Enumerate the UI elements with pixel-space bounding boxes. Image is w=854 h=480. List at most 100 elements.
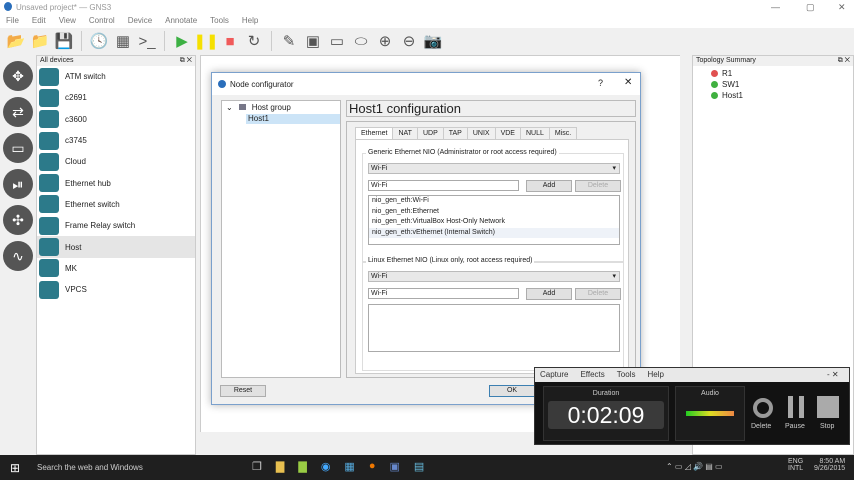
linux-delete-button[interactable]: Delete [575,288,621,300]
dialog-close-button[interactable]: ✕ [624,77,632,88]
generic-interface-input[interactable]: Wi-Fi [368,180,519,191]
pause-button[interactable]: Pause [785,423,805,430]
recorder-menu-effects[interactable]: Effects [580,370,604,380]
tab-null[interactable]: NULL [519,127,550,139]
topology-node[interactable]: R1 [693,68,853,79]
tab-unix[interactable]: UNIX [466,127,496,139]
device-item[interactable]: Frame Relay switch [37,215,195,236]
audio-level-slider[interactable] [686,411,734,416]
panel-float-close-icon[interactable]: ⧉ ✕ [838,57,850,65]
end-devices-icon[interactable]: ▭ [3,133,33,163]
draw-ellipse-icon[interactable]: ⬭ [351,31,371,51]
tray-icons[interactable]: ⌃ ▭ ◿ 🔊 ▤ ▭ [666,462,723,471]
tree-item-host1[interactable]: Host1 [246,114,340,124]
tab-nat[interactable]: NAT [392,127,418,139]
recorder-menu-tools[interactable]: Tools [617,370,636,380]
device-item[interactable]: ATM switch [37,66,195,87]
gns3-icon[interactable]: ◉ [321,460,331,473]
tree-group[interactable]: ⌄ Host group [222,101,340,114]
insert-image-icon[interactable]: ▣ [303,31,323,51]
new-project-icon[interactable]: 📂 [6,31,26,51]
device-item[interactable]: VPCS [37,279,195,300]
routers-icon[interactable]: ✥ [3,61,33,91]
start-icon[interactable]: ▶ [172,31,192,51]
recorder-menu-capture[interactable]: Capture [540,370,568,380]
zoom-out-icon[interactable]: ⊖ [399,31,419,51]
device-item[interactable]: Host [37,236,195,258]
zoom-in-icon[interactable]: ⊕ [375,31,395,51]
generic-nio-list[interactable]: nio_gen_eth:Wi-Fi nio_gen_eth:Ethernet nio… [368,195,620,245]
menu-edit[interactable]: Edit [32,16,46,26]
reload-icon[interactable]: ↻ [244,31,264,51]
show-interfaces-icon[interactable]: ▦ [113,31,133,51]
suspend-icon[interactable]: ❚❚ [193,31,218,51]
reset-button[interactable]: Reset [220,385,266,397]
generic-interface-select[interactable]: Wi-Fi ▾ [368,163,620,174]
delete-icon[interactable] [753,398,773,418]
menu-annotate[interactable]: Annotate [165,16,197,26]
nio-list-item[interactable]: nio_gen_eth:Ethernet [369,207,619,218]
recorder-minimize-close[interactable]: - ✕ [827,370,839,379]
menu-tools[interactable]: Tools [210,16,229,26]
draw-rectangle-icon[interactable]: ▭ [327,31,347,51]
chevron-down-icon[interactable]: ⌄ [226,103,233,112]
ok-button[interactable]: OK [489,385,535,397]
store-icon[interactable]: ▇ [298,460,306,473]
nio-list-item[interactable]: nio_gen_eth:VirtualBox Host-Only Network [369,217,619,228]
search-box[interactable]: Search the web and Windows [37,463,143,472]
device-item[interactable]: Ethernet hub [37,172,195,193]
stop-icon[interactable]: ■ [220,31,240,51]
start-button[interactable]: ⊞ [10,461,20,475]
device-item[interactable]: c3600 [37,109,195,130]
menu-file[interactable]: File [6,16,19,26]
tab-udp[interactable]: UDP [416,127,444,139]
tab-misc[interactable]: Misc. [548,127,578,139]
topology-node[interactable]: SW1 [693,79,853,90]
linux-interface-select[interactable]: Wi-Fi ▾ [368,271,620,282]
menu-control[interactable]: Control [89,16,115,26]
menu-help[interactable]: Help [242,16,258,26]
stop-button[interactable]: Stop [820,423,834,430]
nio-list-item[interactable]: nio_gen_eth:vEthernet (Internal Switch) [369,227,619,238]
security-devices-icon[interactable]: ⏯ [3,169,33,199]
all-devices-icon[interactable]: ✣ [3,205,33,235]
device-item[interactable]: c2691 [37,87,195,108]
topology-node[interactable]: Host1 [693,90,853,101]
firefox-icon[interactable]: ● [369,460,376,473]
switches-icon[interactable]: ⇄ [3,97,33,127]
add-note-icon[interactable]: ✎ [279,31,299,51]
device-item[interactable]: Cloud [37,151,195,172]
delete-button[interactable]: Delete [751,423,771,430]
add-link-icon[interactable]: ∿ [3,241,33,271]
file-explorer-icon[interactable]: ▇ [276,460,284,473]
linux-interface-input[interactable]: Wi-Fi [368,288,519,299]
snapshot-icon[interactable]: 🕓 [89,31,109,51]
menu-view[interactable]: View [59,16,76,26]
linux-add-button[interactable]: Add [526,288,572,300]
language-indicator[interactable]: ENG INTL [788,458,803,472]
app-icon[interactable]: ▦ [344,460,354,473]
task-view-icon[interactable]: ❐ [252,460,262,473]
tab-vde[interactable]: VDE [494,127,521,139]
pause-icon[interactable] [788,396,804,418]
nio-list-item[interactable]: nio_gen_eth:Wi-Fi [369,196,619,207]
device-item[interactable]: c3745 [37,130,195,151]
menu-device[interactable]: Device [128,16,152,26]
recorder-menu-help[interactable]: Help [647,370,663,380]
device-item[interactable]: MK [37,258,195,279]
open-project-icon[interactable]: 📁 [30,31,50,51]
console-icon[interactable]: >_ [137,31,157,51]
close-button[interactable]: ✕ [838,2,846,13]
generic-delete-button[interactable]: Delete [575,180,621,192]
stop-icon[interactable] [817,396,839,418]
device-item[interactable]: Ethernet switch [37,194,195,215]
tab-tap[interactable]: TAP [442,127,468,139]
linux-nio-list[interactable] [368,304,620,352]
app-icon[interactable]: ▤ [414,460,424,473]
generic-add-button[interactable]: Add [526,180,572,192]
screenshot-icon[interactable]: 📷 [423,31,443,51]
help-button[interactable]: ? [598,78,603,88]
app-icon[interactable]: ▣ [389,460,399,473]
maximize-button[interactable]: ▢ [806,2,815,13]
panel-float-close-icon[interactable]: ⧉ ✕ [180,57,192,65]
